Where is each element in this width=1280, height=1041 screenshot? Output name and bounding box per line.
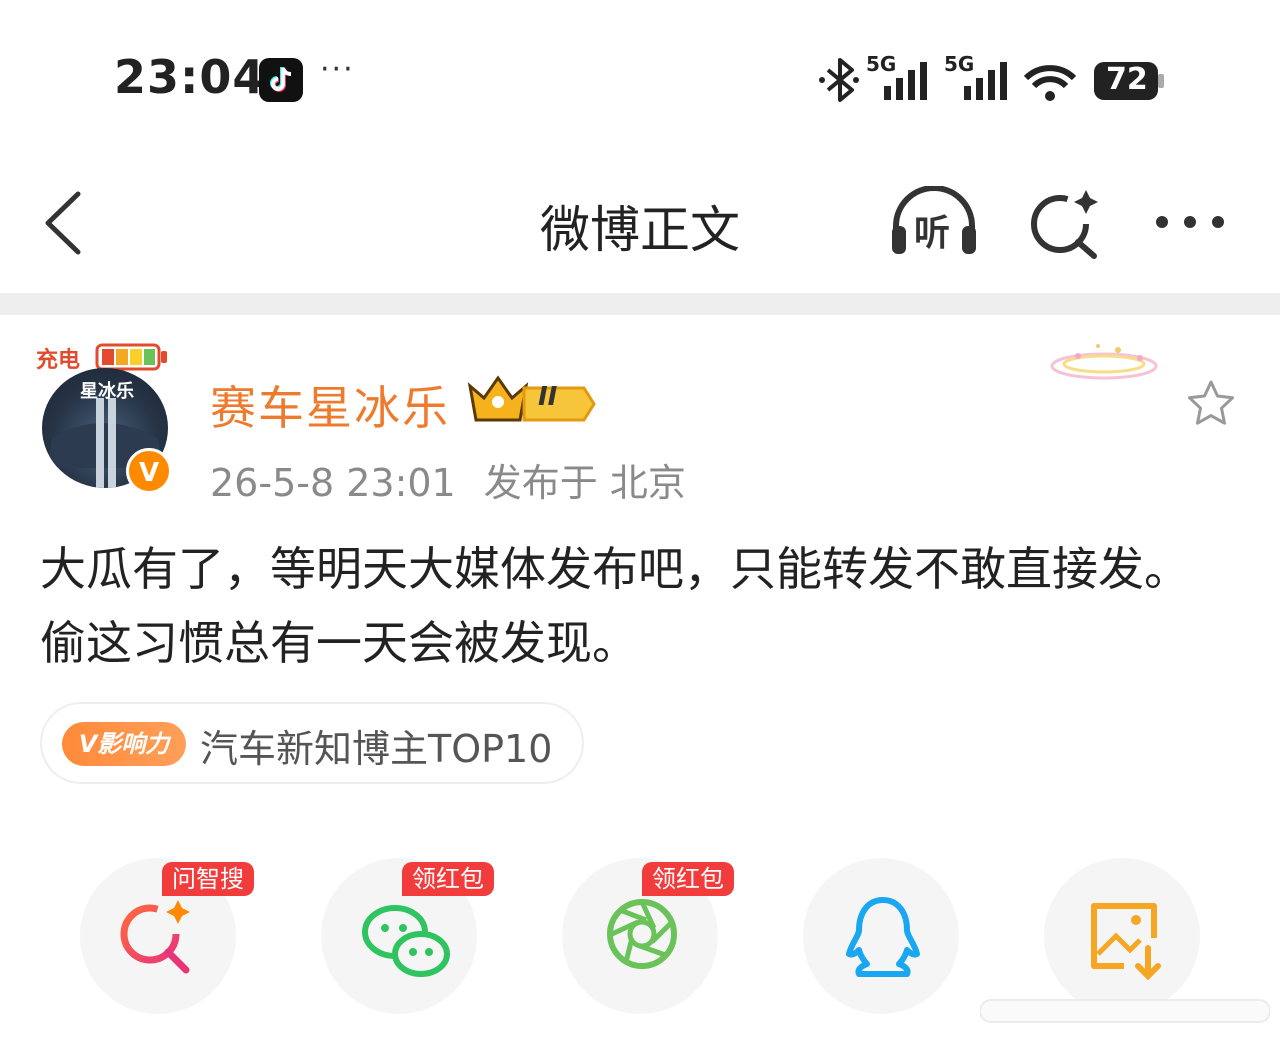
more-icon	[1156, 216, 1224, 228]
avatar-text: 星冰乐	[80, 381, 134, 402]
wifi-icon	[1023, 65, 1077, 101]
author-name[interactable]: 赛车星冰乐	[210, 372, 450, 438]
moments-aperture-icon	[607, 899, 677, 969]
vip-crown-badge[interactable]: II	[466, 372, 596, 424]
more-button[interactable]	[1150, 196, 1230, 248]
search-button[interactable]	[1028, 186, 1102, 260]
favorite-star-icon[interactable]	[1184, 378, 1238, 432]
tiktok-icon	[259, 58, 303, 102]
ai-search-share-icon	[120, 900, 190, 974]
battery-level: 72	[1106, 62, 1148, 97]
page-title: 微博正文	[540, 201, 740, 259]
influence-badge: V影响力	[62, 722, 186, 766]
post-timestamp: 26-5-8 23:01	[210, 461, 456, 505]
share-qq-button[interactable]	[803, 858, 959, 1014]
back-button[interactable]	[40, 190, 90, 256]
status-overflow: ···	[320, 52, 355, 87]
share-tag-moments: 领红包	[642, 862, 734, 896]
share-tag-wechat: 领红包	[402, 862, 494, 896]
charge-label: 充电	[36, 348, 81, 373]
listen-label: 听	[914, 213, 951, 254]
vip-rank: II	[538, 382, 558, 412]
status-time: 23:04	[114, 50, 266, 104]
qq-penguin-icon	[846, 897, 920, 977]
wechat-icon	[362, 905, 450, 977]
save-image-icon	[1091, 903, 1161, 981]
share-tag-ai-search: 问智搜	[162, 862, 254, 896]
post-body: 大瓜有了，等明天大媒体发布吧，只能转发不敢直接发。 偷这习惯总有一天会被发现。	[40, 532, 1260, 680]
post-text-line-1: 大瓜有了，等明天大媒体发布吧，只能转发不敢直接发。	[40, 542, 1190, 596]
post-location: 发布于 北京	[483, 461, 686, 505]
share-save-image-button[interactable]	[1044, 858, 1200, 1014]
network-label-2: 5G	[944, 52, 975, 76]
bluetooth-icon	[819, 58, 859, 102]
influence-tag-text: 汽车新知博主TOP10	[200, 727, 553, 771]
crown-icon	[467, 375, 596, 422]
section-divider	[0, 293, 1280, 315]
charge-battery-icon	[95, 343, 167, 371]
chevron-left-icon	[45, 191, 81, 255]
post-meta: 26-5-8 23:01 发布于 北京	[210, 452, 686, 507]
ai-search-icon	[1031, 190, 1098, 259]
sparkle-decoration-icon	[1048, 336, 1160, 386]
network-label-1: 5G	[866, 52, 897, 76]
listen-button[interactable]: 听	[888, 185, 980, 258]
verified-badge: V	[126, 448, 172, 494]
post-text-line-2: 偷这习惯总有一天会被发现。	[40, 616, 638, 670]
home-indicator	[979, 996, 1271, 1026]
